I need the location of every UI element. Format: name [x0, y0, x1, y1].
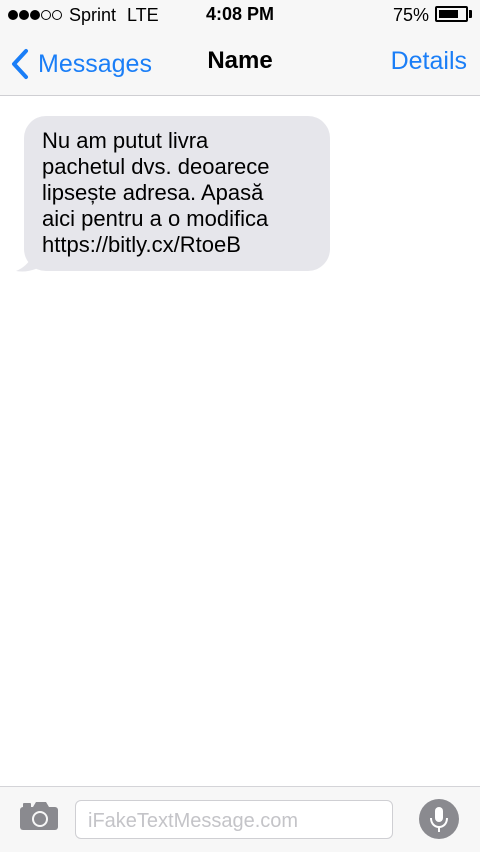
microphone-icon	[430, 807, 448, 832]
message-input-bar: iFakeTextMessage.com	[0, 786, 480, 852]
camera-button[interactable]	[19, 801, 59, 836]
status-bar: Sprint LTE 4:08 PM 75%	[0, 0, 480, 30]
battery-tip	[469, 10, 472, 18]
message-list[interactable]: Nu am putut livra pachetul dvs. deoarece…	[0, 96, 480, 786]
battery-icon	[435, 6, 468, 22]
microphone-button[interactable]	[419, 799, 459, 839]
back-button-label: Messages	[38, 49, 152, 78]
back-button[interactable]: Messages	[10, 44, 152, 84]
message-input[interactable]: iFakeTextMessage.com	[75, 800, 393, 839]
battery-percent: 75%	[393, 5, 430, 25]
incoming-message: Nu am putut livra pachetul dvs. deoarece…	[14, 116, 334, 276]
message-bubble-text[interactable]: Nu am putut livra pachetul dvs. deoarece…	[24, 116, 330, 271]
camera-icon	[20, 802, 58, 830]
chevron-left-icon	[12, 49, 28, 79]
details-button[interactable]: Details	[391, 47, 467, 76]
battery-level-fill	[439, 10, 458, 18]
navigation-bar: Messages Name Details	[0, 30, 480, 96]
